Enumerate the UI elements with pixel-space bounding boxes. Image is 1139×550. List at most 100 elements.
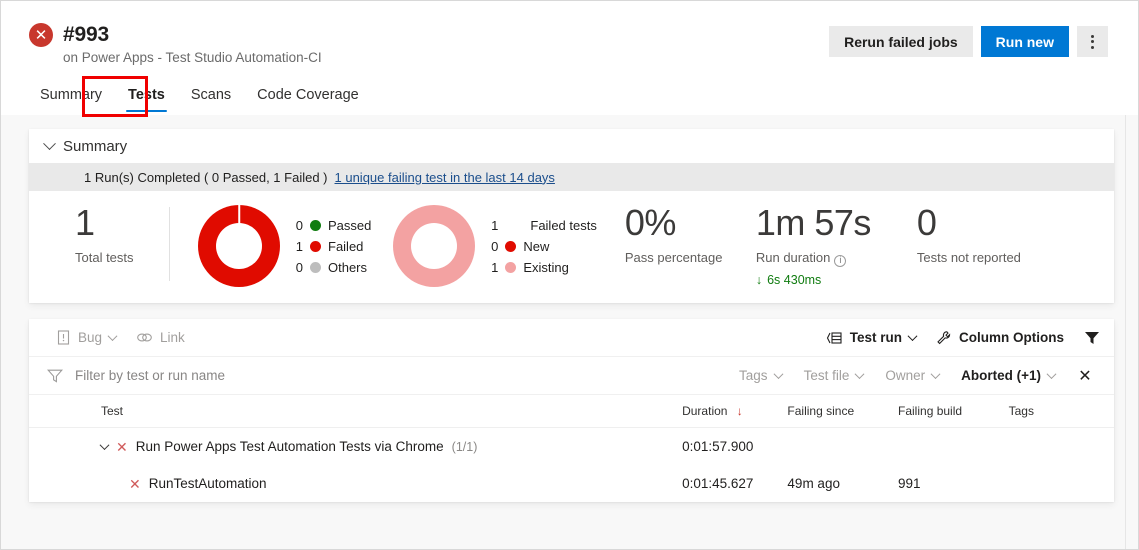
tab-summary[interactable]: Summary [27, 83, 115, 112]
filter-owner-label: Owner [885, 368, 926, 383]
failure-donut-icon [393, 205, 476, 287]
page-body: Summary 1 Run(s) Completed ( 0 Passed, 1… [1, 115, 1138, 549]
legend-item: 0 Others [294, 260, 371, 275]
filter-test-file-label: Test file [803, 368, 850, 383]
info-icon[interactable]: i [834, 254, 847, 267]
filter-input-wrap [47, 367, 728, 384]
tab-code-coverage-label: Code Coverage [257, 87, 359, 103]
page-title: #993 [63, 23, 109, 46]
bug-label: Bug [78, 330, 103, 345]
test-group-label: Run Power Apps Test Automation Tests via… [135, 439, 444, 454]
column-header-duration[interactable]: Duration ↓ [682, 395, 788, 428]
filter-test-file[interactable]: Test file [793, 362, 875, 390]
chevron-down-icon [773, 369, 784, 380]
test-group-duration: 0:01:57.900 [682, 439, 754, 454]
outcome-donut-icon [198, 205, 280, 287]
results-toolbar: Bug Link Test run Column Options [29, 319, 1114, 357]
chevron-down-icon[interactable] [99, 440, 110, 451]
test-case-name: ✕ RunTestAutomation [101, 476, 682, 491]
filter-outcome[interactable]: Aborted (+1) [950, 362, 1066, 390]
header-identity: ✕ #993 on Power Apps - Test Studio Autom… [29, 23, 322, 65]
summary-section-header[interactable]: Summary [29, 129, 1114, 163]
tab-scans[interactable]: Scans [178, 83, 244, 112]
arrow-down-icon: ↓ [736, 404, 743, 418]
test-results-card: Bug Link Test run Column Options Filter … [29, 319, 1114, 502]
test-group-name-cell: ✕ Run Power Apps Test Automation Tests v… [29, 428, 682, 466]
tab-tests-label: Tests [128, 87, 165, 103]
legend-label: Others [328, 260, 368, 275]
status-dot-existing-icon [505, 262, 517, 273]
legend-label: Failed tests [530, 218, 597, 233]
run-duration-delta-value: 6s 430ms [767, 272, 822, 287]
legend-item: 1 Failed tests [489, 218, 597, 233]
chevron-down-icon [43, 136, 56, 150]
page-scrollbar[interactable] [1125, 115, 1138, 549]
test-group-count: (1/1) [451, 439, 478, 454]
filter-owner[interactable]: Owner [874, 362, 950, 390]
total-tests-label: Total tests [75, 250, 134, 265]
chevron-down-icon [930, 369, 941, 380]
legend-item: 1 Existing [489, 260, 596, 275]
link-icon [137, 333, 152, 342]
total-tests-value: 1 [75, 202, 95, 243]
filter-tags-label: Tags [739, 368, 768, 383]
run-new-button[interactable]: Run new [980, 26, 1069, 57]
table-row[interactable]: ✕ Run Power Apps Test Automation Tests v… [29, 428, 1114, 466]
x-mark-icon: ✕ [129, 475, 141, 492]
filter-toggle-button[interactable] [1074, 323, 1104, 353]
run-duration-delta: ↓ 6s 430ms [756, 273, 897, 287]
legend-label: New [523, 239, 550, 254]
divider [169, 207, 170, 281]
legend-count: 1 [491, 218, 499, 233]
run-duration-label-text: Run duration [755, 250, 831, 265]
table-row[interactable]: ✕ RunTestAutomation 0:01:45.627 49m ago … [29, 465, 1114, 502]
metric-run-duration: 1m 57s Run duration i ↓ 6s 430ms [742, 205, 897, 287]
chevron-down-icon [854, 369, 865, 380]
test-group-tags [1009, 428, 1114, 466]
pass-percentage-label: Pass percentage [624, 250, 723, 265]
summary-card: Summary 1 Run(s) Completed ( 0 Passed, 1… [29, 129, 1114, 303]
donut-gap [238, 205, 240, 224]
funnel-filled-icon [1085, 331, 1099, 344]
status-dot-others-icon [310, 262, 321, 273]
column-options-button[interactable]: Column Options [926, 323, 1074, 353]
test-outcome-chart: 0 Passed 1 Failed 0 Others [198, 205, 371, 287]
bug-button[interactable]: Bug [47, 323, 126, 353]
pass-percentage-value: 0% [624, 202, 677, 243]
rerun-failed-jobs-button[interactable]: Rerun failed jobs [829, 26, 973, 57]
funnel-icon [47, 369, 63, 383]
tab-tests[interactable]: Tests [115, 83, 178, 112]
metric-tests-not-reported: 0 Tests not reported [897, 202, 1087, 266]
column-options-label: Column Options [959, 330, 1064, 345]
legend-count: 1 [491, 260, 499, 275]
status-dot-new-icon [505, 241, 517, 252]
test-case-tags [1009, 465, 1114, 502]
kebab-menu-icon[interactable] [1077, 26, 1108, 57]
search-input[interactable] [73, 367, 403, 384]
column-header-tags[interactable]: Tags [1008, 395, 1114, 428]
tab-code-coverage[interactable]: Code Coverage [244, 83, 372, 112]
arrow-down-icon: ↓ [755, 272, 763, 287]
summary-run-text: 1 Run(s) Completed ( 0 Passed, 1 Failed … [84, 169, 328, 185]
column-header-failing-since[interactable]: Failing since [787, 395, 899, 428]
azure-devops-test-results-page: ✕ #993 on Power Apps - Test Studio Autom… [0, 0, 1139, 550]
tests-not-reported-value: 0 [916, 202, 937, 243]
metric-total-tests: 1 Total tests [29, 202, 169, 266]
error-circle-icon: ✕ [29, 23, 53, 47]
column-header-failing-build[interactable]: Failing build [898, 395, 1009, 428]
legend-label: Failed [328, 239, 364, 254]
link-label: Link [160, 330, 185, 345]
tests-not-reported-label: Tests not reported [916, 250, 1021, 265]
clear-filters-icon[interactable]: ✕ [1070, 362, 1100, 390]
legend-item: 0 Passed [294, 218, 372, 233]
link-button[interactable]: Link [126, 323, 195, 353]
test-case-duration: 0:01:45.627 [682, 476, 754, 491]
group-by-test-run-button[interactable]: Test run [816, 323, 926, 353]
unique-failing-test-link[interactable]: 1 unique failing test in the last 14 day… [335, 170, 555, 185]
column-header-test[interactable]: Test [29, 395, 683, 428]
filter-tags[interactable]: Tags [728, 362, 793, 390]
tab-scans-label: Scans [190, 87, 232, 103]
chevron-down-icon [107, 331, 118, 342]
build-subtitle: on Power Apps - Test Studio Automation-C… [63, 50, 322, 65]
legend-label: Existing [523, 260, 569, 275]
